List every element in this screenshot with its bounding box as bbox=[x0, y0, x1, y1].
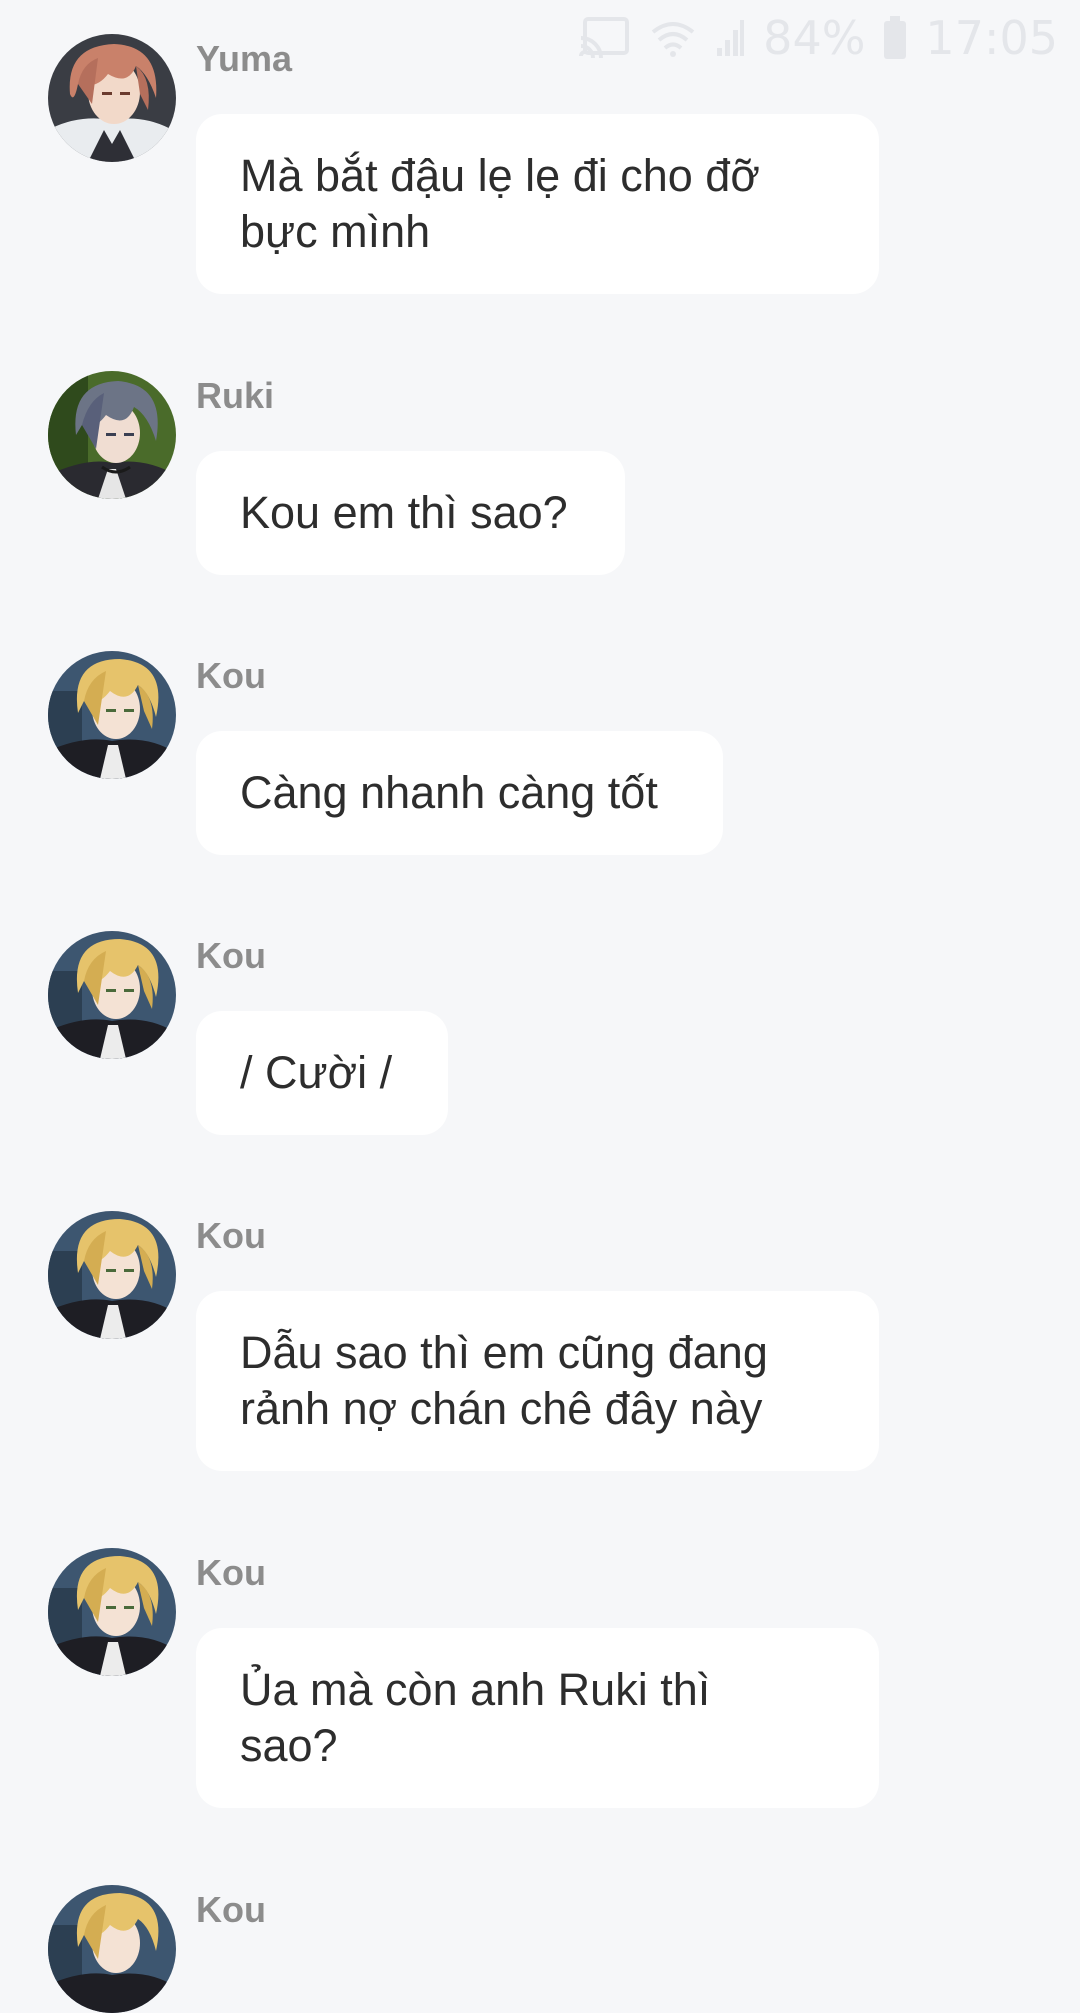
cast-icon bbox=[579, 16, 631, 60]
sender-name: Ruki bbox=[196, 375, 275, 416]
kou-avatar[interactable] bbox=[48, 651, 176, 779]
battery-percent: 84% bbox=[763, 11, 866, 65]
sender-name: Kou bbox=[196, 1552, 266, 1593]
message-bubble[interactable]: Mà bắt đậu lẹ lẹ đi cho đỡ bực mình bbox=[196, 114, 879, 294]
message-bubble[interactable]: Ủa mà còn anh Ruki thì sao? bbox=[196, 1628, 879, 1808]
signal-icon bbox=[715, 18, 745, 58]
message-text: Dẫu sao thì em cũng đang rảnh nợ chán ch… bbox=[240, 1327, 768, 1434]
message-text: Kou em thì sao? bbox=[240, 487, 568, 538]
message-text: Ủa mà còn anh Ruki thì sao? bbox=[240, 1664, 711, 1771]
sender-name: Yuma bbox=[196, 38, 293, 79]
clock: 17:05 bbox=[925, 11, 1058, 65]
sender-name: Kou bbox=[196, 935, 266, 976]
message-text: / Cười / bbox=[240, 1047, 393, 1098]
message-bubble[interactable]: Kou em thì sao? bbox=[196, 451, 625, 575]
yuma-avatar[interactable] bbox=[48, 34, 176, 162]
kou-avatar[interactable] bbox=[48, 1548, 176, 1676]
message-bubble[interactable]: Càng nhanh càng tốt bbox=[196, 731, 723, 855]
ruki-avatar[interactable] bbox=[48, 371, 176, 499]
kou-avatar[interactable] bbox=[48, 1211, 176, 1339]
message-text: Càng nhanh càng tốt bbox=[240, 767, 658, 818]
message-bubble[interactable]: / Cười / bbox=[196, 1011, 448, 1135]
sender-name: Kou bbox=[196, 1215, 266, 1256]
sender-name: Kou bbox=[196, 1889, 266, 1930]
message-bubble[interactable]: Dẫu sao thì em cũng đang rảnh nợ chán ch… bbox=[196, 1291, 879, 1471]
kou-avatar[interactable] bbox=[48, 931, 176, 1059]
kou-avatar[interactable] bbox=[48, 1885, 176, 2013]
message-text: Mà bắt đậu lẹ lẹ đi cho đỡ bực mình bbox=[240, 150, 760, 257]
sender-name: Kou bbox=[196, 655, 266, 696]
wifi-icon bbox=[649, 18, 697, 58]
status-bar: 84% 17:05 bbox=[579, 10, 1058, 66]
battery-icon bbox=[883, 16, 907, 60]
